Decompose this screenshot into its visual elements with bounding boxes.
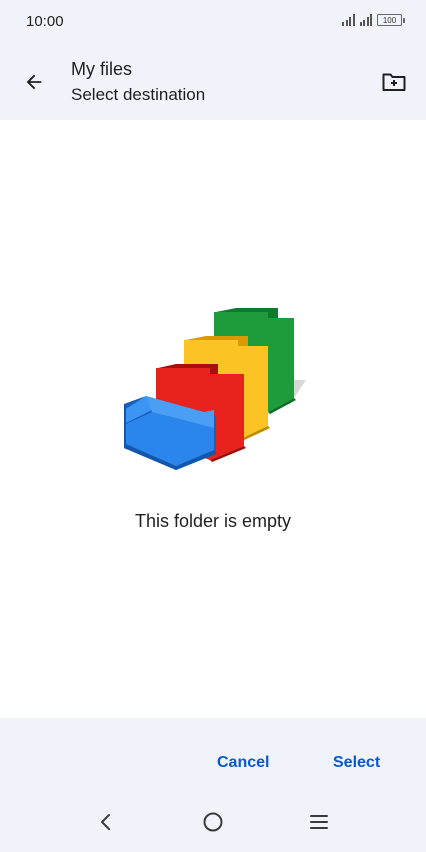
battery-level: 100 (382, 16, 397, 25)
status-bar: 10:00 100 (0, 0, 426, 44)
app-bar: My files Select destination (0, 44, 426, 120)
empty-folder-message: This folder is empty (134, 511, 292, 531)
empty-folders-illustration (124, 308, 306, 470)
page-subtitle: Select destination (71, 85, 206, 104)
status-time: 10:00 (26, 13, 64, 30)
status-icons: 100 (342, 14, 405, 26)
nav-menu-button[interactable] (305, 808, 333, 836)
signal-icon (359, 14, 372, 26)
nav-home-button[interactable] (199, 808, 227, 836)
nav-back-icon (101, 814, 110, 830)
nav-back-button[interactable] (92, 808, 120, 836)
new-folder-button[interactable] (374, 62, 414, 102)
create-new-folder-icon (382, 73, 406, 91)
system-nav-bar (0, 786, 426, 852)
page-title: My files (71, 59, 133, 79)
signal-icon (342, 14, 355, 26)
nav-home-icon (203, 812, 223, 832)
battery-icon: 100 (377, 14, 405, 26)
select-button[interactable]: Select (325, 748, 388, 778)
back-button[interactable] (14, 62, 54, 102)
nav-menu-icon (310, 815, 328, 829)
cancel-button[interactable]: Cancel (209, 748, 277, 778)
arrow-back-icon (26, 74, 42, 90)
